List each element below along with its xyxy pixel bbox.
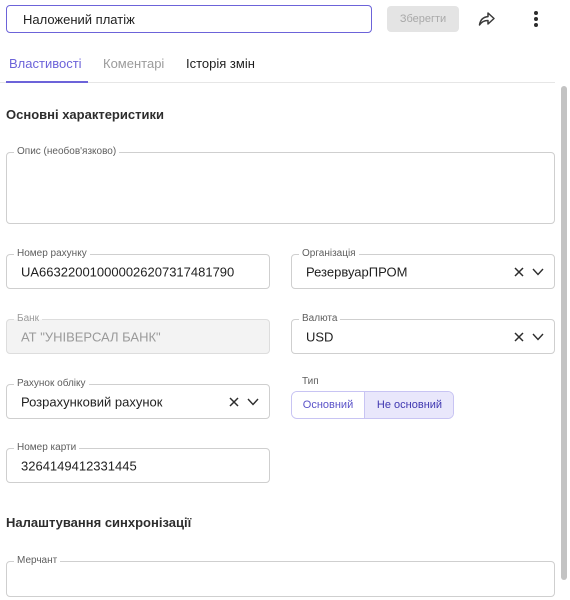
scrollbar[interactable] xyxy=(561,86,567,600)
more-options-button[interactable] xyxy=(523,6,549,32)
bank-value: АТ "УНІВЕРСАЛ БАНК" xyxy=(21,329,161,344)
card-number-value: 3264149412331445 xyxy=(21,458,137,473)
clear-icon[interactable] xyxy=(514,331,524,342)
merchant-field[interactable]: Мерчант xyxy=(6,555,555,597)
more-vertical-icon xyxy=(534,11,538,27)
type-option-main[interactable]: Основний xyxy=(292,392,365,418)
accounting-account-select[interactable]: Рахунок обліку Розрахунковий рахунок xyxy=(6,378,270,419)
account-number-field[interactable]: Номер рахунку UA663220010000026207317481… xyxy=(6,248,270,289)
description-label: Опис (необов'язково) xyxy=(14,146,120,158)
tab-history[interactable]: Історія змін xyxy=(186,56,255,71)
chevron-down-icon[interactable] xyxy=(532,268,544,276)
document-name-input[interactable] xyxy=(6,5,372,33)
type-toggle: Основний Не основний xyxy=(291,391,454,419)
organization-value: РезервуарПРОМ xyxy=(306,264,408,279)
account-number-label: Номер рахунку xyxy=(14,248,90,260)
chevron-down-icon[interactable] xyxy=(532,333,544,341)
organization-select[interactable]: Організація РезервуарПРОМ xyxy=(291,248,555,289)
share-arrow-icon xyxy=(478,12,495,26)
card-number-label: Номер карти xyxy=(14,442,80,454)
save-button[interactable]: Зберегти xyxy=(387,6,459,32)
accounting-account-value: Розрахунковий рахунок xyxy=(21,394,163,409)
currency-value: USD xyxy=(306,329,334,344)
type-option-not-main[interactable]: Не основний xyxy=(365,392,453,418)
tab-bar: Властивості Коментарі Історія змін xyxy=(0,48,555,83)
card-number-field[interactable]: Номер карти 3264149412331445 xyxy=(6,442,270,483)
section-title-sync: Налаштування синхронізації xyxy=(6,515,192,530)
section-title-main: Основні характеристики xyxy=(6,107,164,122)
description-field[interactable]: Опис (необов'язково) xyxy=(6,146,555,224)
scrollbar-thumb[interactable] xyxy=(561,86,567,580)
merchant-label: Мерчант xyxy=(14,555,61,567)
top-bar: Зберегти xyxy=(0,0,570,40)
bank-label: Банк xyxy=(14,313,43,325)
accounting-account-label: Рахунок обліку xyxy=(14,378,89,390)
tab-comments[interactable]: Коментарі xyxy=(103,56,164,71)
currency-label: Валюта xyxy=(299,313,341,325)
clear-icon[interactable] xyxy=(229,396,239,407)
type-label: Тип xyxy=(302,376,319,387)
tab-properties[interactable]: Властивості xyxy=(6,56,88,83)
organization-label: Організація xyxy=(299,248,359,260)
chevron-down-icon[interactable] xyxy=(247,398,259,406)
share-button[interactable] xyxy=(474,6,500,32)
clear-icon[interactable] xyxy=(514,266,524,277)
bank-field: Банк АТ "УНІВЕРСАЛ БАНК" xyxy=(6,313,270,354)
account-number-value: UA663220010000026207317481790 xyxy=(21,264,235,279)
currency-select[interactable]: Валюта USD xyxy=(291,313,555,354)
